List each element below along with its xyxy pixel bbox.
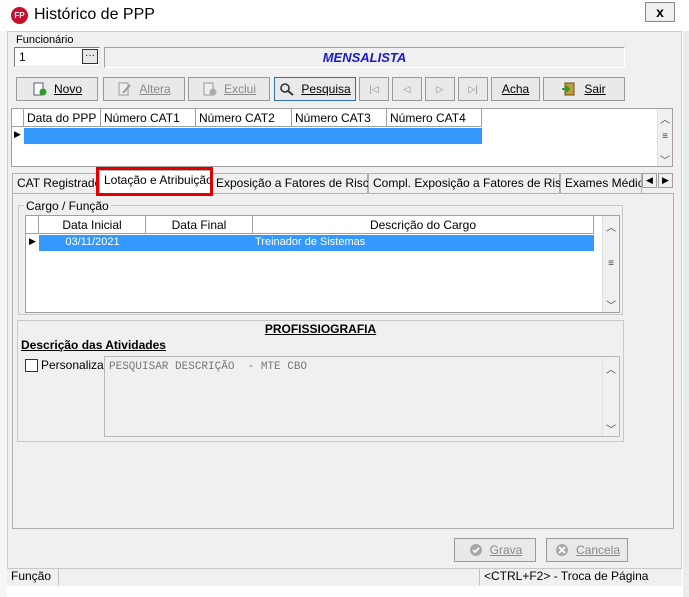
exclui-button[interactable]: Exclui: [188, 77, 270, 101]
tab-scroll-left-icon[interactable]: ◀: [642, 173, 657, 188]
scroll-thumb-icon[interactable]: ≡: [658, 131, 672, 142]
profissiografia-title: PROFISSIOGRAFIA: [264, 322, 377, 336]
cargo-group-label: Cargo / Função: [24, 199, 111, 213]
close-button[interactable]: x: [645, 2, 675, 22]
row-pointer-icon: ▶: [14, 129, 21, 139]
row-pointer-icon: ▶: [29, 236, 36, 246]
background-strip-right: [683, 31, 689, 597]
cargo-row-descricao: Treinador de Sistemas: [255, 236, 366, 248]
pesquisa-button[interactable]: Pesquisa: [274, 77, 356, 101]
sair-button[interactable]: Sair: [543, 77, 625, 101]
funcionario-name: MENSALISTA: [322, 50, 407, 65]
pesquisa-label: Pesquisa: [301, 82, 351, 96]
cargo-row-selected[interactable]: 03/11/2021 Treinador de Sistemas: [39, 235, 594, 251]
descricao-scrollbar[interactable]: ︿ ﹀: [602, 357, 619, 436]
tab-scroll-right-icon[interactable]: ▶: [658, 173, 673, 188]
sair-label: Sair: [584, 82, 606, 96]
scroll-thumb-icon[interactable]: ≡: [603, 258, 619, 269]
nav-prev-button[interactable]: ◁: [392, 77, 422, 101]
search-icon: [280, 83, 294, 96]
cancel-circle-icon: [555, 544, 568, 556]
window-title: Histórico de PPP: [34, 6, 155, 23]
nav-last-button[interactable]: ▷|: [458, 77, 488, 101]
cargo-grid-scrollbar[interactable]: ︿ ≡ ﹀: [602, 216, 619, 312]
funcionario-code-value: 1: [19, 50, 26, 64]
cancela-button[interactable]: Cancela: [546, 538, 628, 562]
ppp-grid-selected-row[interactable]: [24, 128, 482, 144]
cargo-grid[interactable]: Data Inicial Data Final Descrição do Car…: [25, 215, 620, 313]
exclui-label: Exclui: [223, 82, 256, 96]
tab-compl-exposicao[interactable]: Compl. Exposição a Fatores de Riscos: [368, 173, 580, 193]
ppp-grid-scrollbar[interactable]: ︿ ≡ ﹀: [657, 109, 672, 167]
altera-button[interactable]: Altera: [103, 77, 185, 101]
novo-button[interactable]: Novo: [16, 77, 98, 101]
scroll-down-icon[interactable]: ﹀: [658, 152, 672, 167]
edit-icon: [118, 82, 132, 96]
nav-next-button[interactable]: ▷: [425, 77, 455, 101]
tab-exposicao-fatores[interactable]: Exposição a Fatores de Riscos: [211, 173, 381, 193]
scroll-down-icon[interactable]: ﹀: [603, 421, 619, 436]
app-logo-icon: FP: [11, 7, 28, 24]
funcionario-browse-button[interactable]: ···: [82, 49, 98, 64]
delete-icon: [203, 82, 217, 96]
ppp-grid-indicator-header: [12, 109, 24, 127]
tab-cat-registrado[interactable]: CAT Registrado: [12, 173, 101, 193]
status-field-name: Função: [9, 569, 59, 585]
scroll-up-icon[interactable]: ︿: [603, 219, 619, 234]
descricao-atividades-textarea[interactable]: PESQUISAR DESCRIÇÃO - MTE CBO ︿ ﹀: [104, 356, 620, 437]
ppp-col-cat1[interactable]: Número CAT1: [101, 109, 196, 127]
cargo-col-descricao[interactable]: Descrição do Cargo: [253, 216, 594, 234]
cargo-col-data-inicial[interactable]: Data Inicial: [39, 216, 146, 234]
funcionario-label: Funcionário: [16, 34, 74, 46]
background-strip-left: [0, 31, 7, 597]
funcionario-name-field: MENSALISTA: [104, 47, 625, 68]
grava-label: Grava: [489, 543, 523, 557]
acha-label: Acha: [501, 82, 530, 96]
novo-label: Novo: [53, 82, 82, 96]
ppp-grid[interactable]: Data do PPP Número CAT1 Número CAT2 Núme…: [11, 108, 673, 167]
ppp-col-cat3[interactable]: Número CAT3: [292, 109, 387, 127]
grava-button[interactable]: Grava: [454, 538, 536, 562]
ppp-col-cat4[interactable]: Número CAT4: [387, 109, 482, 127]
descricao-atividades-text: PESQUISAR DESCRIÇÃO - MTE CBO: [109, 361, 308, 373]
descricao-atividades-label: Descrição das Atividades: [21, 338, 166, 352]
altera-label: Altera: [139, 82, 171, 96]
tab-highlight-annotation: [96, 167, 213, 196]
new-document-icon: [33, 82, 47, 96]
acha-button[interactable]: Acha: [491, 77, 540, 101]
personaliza-checkbox[interactable]: [25, 359, 38, 372]
cargo-row-data-inicial: 03/11/2021: [65, 236, 120, 248]
cargo-grid-indicator-header: [26, 216, 39, 234]
nav-first-button[interactable]: |◁: [359, 77, 389, 101]
ppp-col-cat2[interactable]: Número CAT2: [196, 109, 292, 127]
personaliza-label: Personaliza: [41, 358, 104, 372]
cancela-label: Cancela: [575, 543, 621, 557]
ppp-col-data[interactable]: Data do PPP: [24, 109, 101, 127]
scroll-down-icon[interactable]: ﹀: [603, 297, 619, 312]
cargo-col-data-final[interactable]: Data Final: [146, 216, 253, 234]
scroll-up-icon[interactable]: ︿: [603, 361, 619, 376]
exit-door-icon: [562, 82, 575, 96]
tab-exames-medico[interactable]: Exames Médico: [560, 173, 642, 193]
status-hint: <CTRL+F2> - Troca de Página: [479, 569, 681, 585]
scroll-up-icon[interactable]: ︿: [658, 111, 672, 126]
check-circle-icon: [469, 544, 482, 556]
